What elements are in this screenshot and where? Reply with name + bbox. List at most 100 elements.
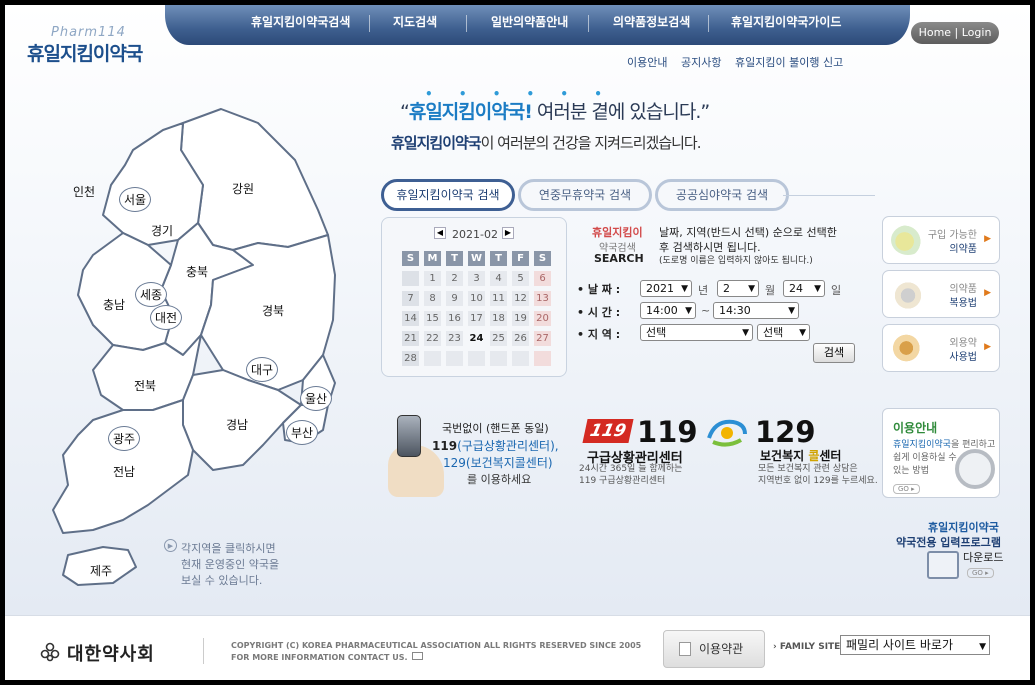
center-129-title: 보건복지 콜센터: [760, 447, 841, 464]
year-value: 2021: [646, 282, 674, 295]
region-gwangju[interactable]: 광주: [108, 426, 141, 451]
nav-otc-info[interactable]: 일반의약품안내: [491, 13, 568, 35]
region-daejeon[interactable]: 대전: [150, 305, 183, 330]
phone-info-line: 국번없이 (핸드폰 동일): [442, 422, 549, 435]
calendar-day[interactable]: 26: [512, 331, 529, 346]
calendar-day[interactable]: 5: [512, 271, 529, 286]
region-chungbuk[interactable]: 충북: [186, 263, 208, 280]
calendar-day[interactable]: 25: [490, 331, 507, 346]
sub-link-report[interactable]: 휴일지킴이 불이행 신고: [735, 54, 843, 70]
region-sejong[interactable]: 세종: [135, 282, 168, 307]
download-go-button[interactable]: GO ▸: [967, 568, 994, 578]
region-gyeonggi[interactable]: 경기: [151, 222, 173, 239]
day-select[interactable]: 24 ▼: [783, 280, 825, 297]
home-login-button[interactable]: Home | Login: [911, 22, 999, 44]
calendar-day[interactable]: 18: [490, 311, 507, 326]
region-jeonbuk[interactable]: 전북: [134, 377, 156, 394]
calendar: ◀ 2021-02 ▶ S M T W T F S 1 2 3 4 5 6 7 8 9 10 11 12 13 14 15…: [381, 217, 567, 377]
calendar-day[interactable]: 20: [534, 311, 551, 326]
calendar-day[interactable]: 21: [402, 331, 419, 346]
phone-119-desc: (구급상황관리센터),: [457, 439, 559, 453]
download-label[interactable]: 다운로드: [963, 549, 1003, 565]
region-gyeongnam[interactable]: 경남: [226, 416, 248, 433]
year-unit: 년: [698, 284, 709, 297]
tab-holiday-pharmacy[interactable]: 휴일지킴이약국 검색: [381, 179, 515, 211]
calendar-day[interactable]: 6: [534, 271, 551, 286]
calendar-day[interactable]: 7: [402, 291, 419, 306]
region-busan[interactable]: 부산: [286, 420, 319, 445]
calendar-day[interactable]: 11: [490, 291, 507, 306]
kpa-logo-text[interactable]: 대한약사회: [67, 640, 155, 666]
tab-night-pharmacy[interactable]: 공공심야약국 검색: [655, 179, 789, 211]
calendar-day[interactable]: 27: [534, 331, 551, 346]
tab-always-open-pharmacy[interactable]: 연중무휴약국 검색: [518, 179, 652, 211]
search-instruction: 날짜, 지역(반드시 선택) 순으로 선택한: [659, 226, 837, 239]
cal-next-icon[interactable]: ▶: [502, 227, 514, 239]
region-label: • 지 역 :: [577, 328, 621, 341]
nav-guide[interactable]: 휴일지킴이약국가이드: [731, 13, 841, 35]
region-chungnam[interactable]: 충남: [103, 296, 125, 313]
calendar-day[interactable]: 2: [446, 271, 463, 286]
calendar-day[interactable]: 13: [534, 291, 551, 306]
calendar-day[interactable]: 3: [468, 271, 485, 286]
sub-link-usage[interactable]: 이용안내: [627, 54, 667, 70]
side-dosage[interactable]: 의약품 복용법 ▶: [882, 270, 1000, 318]
calendar-day[interactable]: 14: [402, 311, 419, 326]
subregion-select[interactable]: 선택 ▼: [757, 324, 810, 341]
region-seoul[interactable]: 서울: [119, 187, 152, 212]
region-jeju[interactable]: 제주: [90, 562, 112, 579]
calendar-day[interactable]: 10: [468, 291, 485, 306]
pill-icon: [891, 225, 925, 255]
calendar-month: 2021-02: [452, 228, 498, 241]
calendar-day[interactable]: 23: [446, 331, 463, 346]
site-logo[interactable]: 휴일지킴이약국: [27, 39, 143, 66]
region-ulsan[interactable]: 울산: [300, 386, 333, 411]
day-unit: 일: [831, 284, 842, 297]
calendar-day[interactable]: 22: [424, 331, 441, 346]
calendar-weekday: T: [490, 251, 507, 266]
calendar-day[interactable]: 9: [446, 291, 463, 306]
region-daegu[interactable]: 대구: [246, 357, 279, 382]
download-program-icon[interactable]: [927, 551, 959, 579]
center-129-title-post: 센터: [819, 449, 842, 463]
usage-go-button[interactable]: GO ▸: [893, 484, 920, 494]
calendar-day[interactable]: 24: [468, 331, 485, 346]
nav-map-search[interactable]: 지도검색: [393, 13, 437, 35]
family-site-select[interactable]: 패밀리 사이트 바로가 ▼: [840, 635, 990, 655]
copyright: COPYRIGHT (C) KOREA PHARMACEUTICAL ASSOC…: [231, 641, 642, 650]
region-select[interactable]: 선택 ▼: [640, 324, 753, 341]
calendar-empty-cell: [468, 351, 485, 366]
mail-icon[interactable]: [412, 652, 423, 660]
search-button[interactable]: 검색: [813, 343, 855, 363]
calendar-day[interactable]: 17: [468, 311, 485, 326]
calendar-day[interactable]: 19: [512, 311, 529, 326]
month-select[interactable]: 2 ▼: [717, 280, 759, 297]
calendar-day[interactable]: 15: [424, 311, 441, 326]
nav-pharmacy-search[interactable]: 휴일지킴이약국검색: [251, 13, 350, 35]
calendar-day[interactable]: 4: [490, 271, 507, 286]
headline-brand: 휴일지킴이약국: [408, 101, 525, 123]
year-select[interactable]: 2021 ▼: [640, 280, 692, 297]
calendar-weekday: W: [468, 251, 485, 266]
side-external-use[interactable]: 외용약 사용법 ▶: [882, 324, 1000, 372]
search-instruction-note: (도로명 이름은 입력하지 않아도 됩니다.): [659, 256, 813, 266]
region-gyeongbuk[interactable]: 경북: [262, 302, 284, 319]
mobile-phone-icon: [397, 415, 421, 457]
calendar-day[interactable]: 28: [402, 351, 419, 366]
korea-map-shape: [52, 108, 336, 586]
calendar-day[interactable]: 12: [512, 291, 529, 306]
calendar-day[interactable]: 8: [424, 291, 441, 306]
sub-link-notice[interactable]: 공지사항: [681, 54, 721, 70]
region-jeonnam[interactable]: 전남: [113, 463, 135, 480]
region-gangwon[interactable]: 강원: [232, 180, 254, 197]
side-available-medicine[interactable]: 구입 가능한 의약품 ▶: [882, 216, 1000, 264]
time-from-select[interactable]: 14:00 ▼: [640, 302, 696, 319]
calendar-day[interactable]: 1: [424, 271, 441, 286]
subheadline-brand: 휴일지킴이약국: [391, 134, 482, 152]
region-incheon[interactable]: 인천: [73, 183, 95, 200]
usage-guide-box[interactable]: 이용안내 휴일지킴이약국을 편리하고 쉽게 이용하실 수 있는 방법 GO ▸: [882, 408, 1000, 498]
time-to-select[interactable]: 14:30 ▼: [713, 302, 799, 319]
medicine-bottle-icon: [891, 333, 925, 363]
calendar-day[interactable]: 16: [446, 311, 463, 326]
nav-drug-info[interactable]: 의약품정보검색: [613, 13, 690, 35]
